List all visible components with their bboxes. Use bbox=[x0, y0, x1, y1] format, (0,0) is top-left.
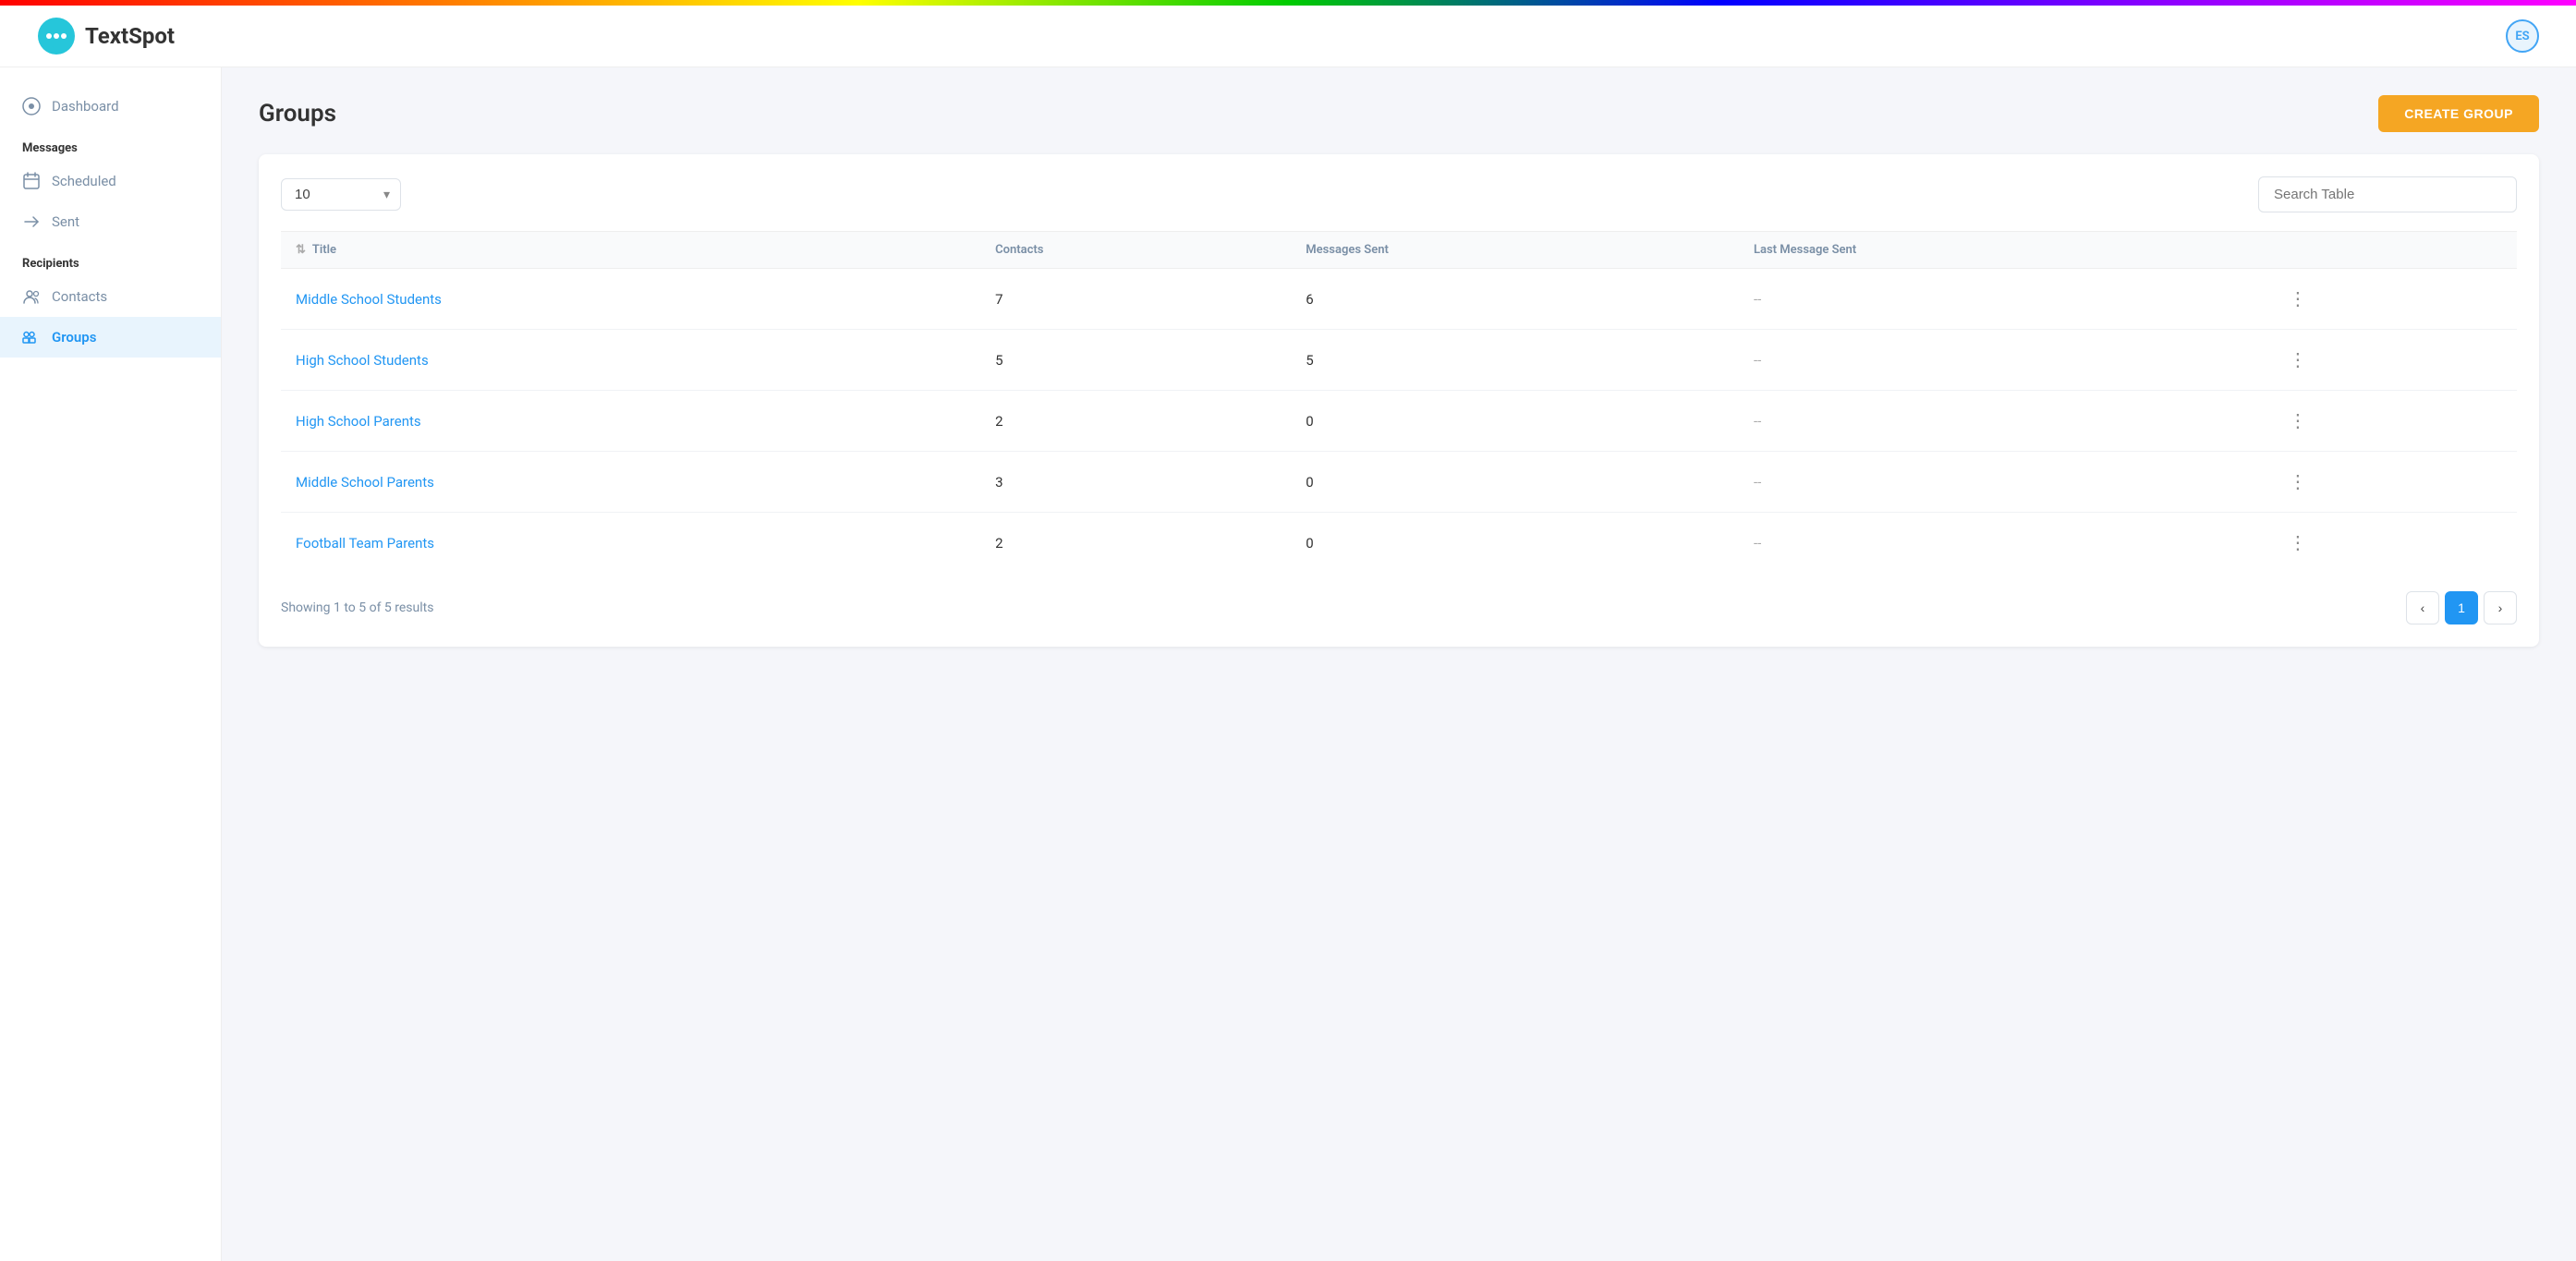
cell-actions: ⋮ bbox=[2266, 330, 2517, 391]
cell-actions: ⋮ bbox=[2266, 269, 2517, 330]
pagination-controls: ‹ 1 › bbox=[2406, 591, 2517, 624]
group-link[interactable]: High School Parents bbox=[296, 413, 421, 430]
sidebar-section-messages: Messages bbox=[0, 127, 221, 161]
col-messages-sent: Messages Sent bbox=[1291, 232, 1739, 269]
per-page-select[interactable]: 10 25 50 100 bbox=[281, 178, 401, 211]
table-card: 10 25 50 100 ⇅ Title bbox=[259, 154, 2539, 647]
logo-text: TextSpot bbox=[85, 23, 175, 49]
cell-title: High School Parents bbox=[281, 391, 980, 452]
group-link[interactable]: Middle School Parents bbox=[296, 474, 434, 491]
cell-actions: ⋮ bbox=[2266, 391, 2517, 452]
col-contacts: Contacts bbox=[980, 232, 1291, 269]
col-actions bbox=[2266, 232, 2517, 269]
scheduled-icon bbox=[22, 172, 41, 190]
sidebar-label-scheduled: Scheduled bbox=[52, 173, 116, 189]
prev-page-button[interactable]: ‹ bbox=[2406, 591, 2439, 624]
group-link[interactable]: Middle School Students bbox=[296, 291, 442, 308]
sidebar-item-sent[interactable]: Sent bbox=[0, 201, 221, 242]
cell-contacts: 2 bbox=[980, 513, 1291, 574]
cell-actions: ⋮ bbox=[2266, 513, 2517, 574]
cell-title: High School Students bbox=[281, 330, 980, 391]
pagination-info: Showing 1 to 5 of 5 results bbox=[281, 600, 433, 615]
cell-messages-sent: 0 bbox=[1291, 513, 1739, 574]
sidebar-item-scheduled[interactable]: Scheduled bbox=[0, 161, 221, 201]
cell-last-message-sent: -- bbox=[1739, 452, 2266, 513]
groups-icon bbox=[22, 328, 41, 346]
sent-icon bbox=[22, 212, 41, 231]
row-action-button[interactable]: ⋮ bbox=[2281, 527, 2315, 558]
row-action-button[interactable]: ⋮ bbox=[2281, 406, 2315, 436]
cell-last-message-sent: -- bbox=[1739, 269, 2266, 330]
sidebar-item-dashboard[interactable]: Dashboard bbox=[0, 86, 221, 127]
main-layout: Dashboard Messages Scheduled bbox=[0, 67, 2576, 1261]
table-row: High School Parents 2 0 -- ⋮ bbox=[281, 391, 2517, 452]
cell-messages-sent: 5 bbox=[1291, 330, 1739, 391]
logo: TextSpot bbox=[37, 17, 175, 55]
cell-contacts: 3 bbox=[980, 452, 1291, 513]
col-last-message-sent: Last Message Sent bbox=[1739, 232, 2266, 269]
sidebar-section-recipients: Recipients bbox=[0, 242, 221, 276]
cell-contacts: 7 bbox=[980, 269, 1291, 330]
table-header-row: ⇅ Title Contacts Messages Sent Last Mess… bbox=[281, 232, 2517, 269]
row-action-button[interactable]: ⋮ bbox=[2281, 284, 2315, 314]
create-group-button[interactable]: CREATE GROUP bbox=[2378, 95, 2539, 132]
cell-messages-sent: 6 bbox=[1291, 269, 1739, 330]
cell-title: Middle School Students bbox=[281, 269, 980, 330]
sidebar-label-groups: Groups bbox=[52, 329, 96, 346]
next-page-button[interactable]: › bbox=[2484, 591, 2517, 624]
logo-icon bbox=[37, 17, 76, 55]
sidebar-label-dashboard: Dashboard bbox=[52, 98, 119, 115]
app-header: TextSpot ES bbox=[0, 6, 2576, 67]
sidebar-label-contacts: Contacts bbox=[52, 288, 107, 305]
col-title[interactable]: ⇅ Title bbox=[281, 232, 980, 269]
page-1-button[interactable]: 1 bbox=[2445, 591, 2478, 624]
user-avatar[interactable]: ES bbox=[2506, 19, 2539, 53]
cell-title: Football Team Parents bbox=[281, 513, 980, 574]
groups-table: ⇅ Title Contacts Messages Sent Last Mess… bbox=[281, 231, 2517, 573]
sort-icon-title: ⇅ bbox=[296, 243, 306, 257]
row-action-button[interactable]: ⋮ bbox=[2281, 467, 2315, 497]
cell-messages-sent: 0 bbox=[1291, 452, 1739, 513]
group-link[interactable]: High School Students bbox=[296, 352, 429, 369]
row-action-button[interactable]: ⋮ bbox=[2281, 345, 2315, 375]
table-row: Middle School Parents 3 0 -- ⋮ bbox=[281, 452, 2517, 513]
cell-last-message-sent: -- bbox=[1739, 513, 2266, 574]
table-row: Football Team Parents 2 0 -- ⋮ bbox=[281, 513, 2517, 574]
table-row: High School Students 5 5 -- ⋮ bbox=[281, 330, 2517, 391]
cell-messages-sent: 0 bbox=[1291, 391, 1739, 452]
sidebar-item-groups[interactable]: Groups bbox=[0, 317, 221, 358]
cell-title: Middle School Parents bbox=[281, 452, 980, 513]
cell-actions: ⋮ bbox=[2266, 452, 2517, 513]
table-row: Middle School Students 7 6 -- ⋮ bbox=[281, 269, 2517, 330]
page-title: Groups bbox=[259, 100, 336, 127]
search-input[interactable] bbox=[2258, 176, 2517, 212]
contacts-icon bbox=[22, 287, 41, 306]
table-controls: 10 25 50 100 bbox=[281, 176, 2517, 212]
cell-last-message-sent: -- bbox=[1739, 330, 2266, 391]
per-page-wrapper: 10 25 50 100 bbox=[281, 178, 401, 211]
sidebar: Dashboard Messages Scheduled bbox=[0, 67, 222, 1261]
sidebar-label-sent: Sent bbox=[52, 213, 79, 230]
cell-last-message-sent: -- bbox=[1739, 391, 2266, 452]
cell-contacts: 2 bbox=[980, 391, 1291, 452]
pagination-row: Showing 1 to 5 of 5 results ‹ 1 › bbox=[281, 591, 2517, 624]
dashboard-icon bbox=[22, 97, 41, 115]
page-header: Groups CREATE GROUP bbox=[259, 95, 2539, 132]
main-content: Groups CREATE GROUP 10 25 50 100 bbox=[222, 67, 2576, 1261]
sidebar-item-contacts[interactable]: Contacts bbox=[0, 276, 221, 317]
group-link[interactable]: Football Team Parents bbox=[296, 535, 434, 552]
cell-contacts: 5 bbox=[980, 330, 1291, 391]
